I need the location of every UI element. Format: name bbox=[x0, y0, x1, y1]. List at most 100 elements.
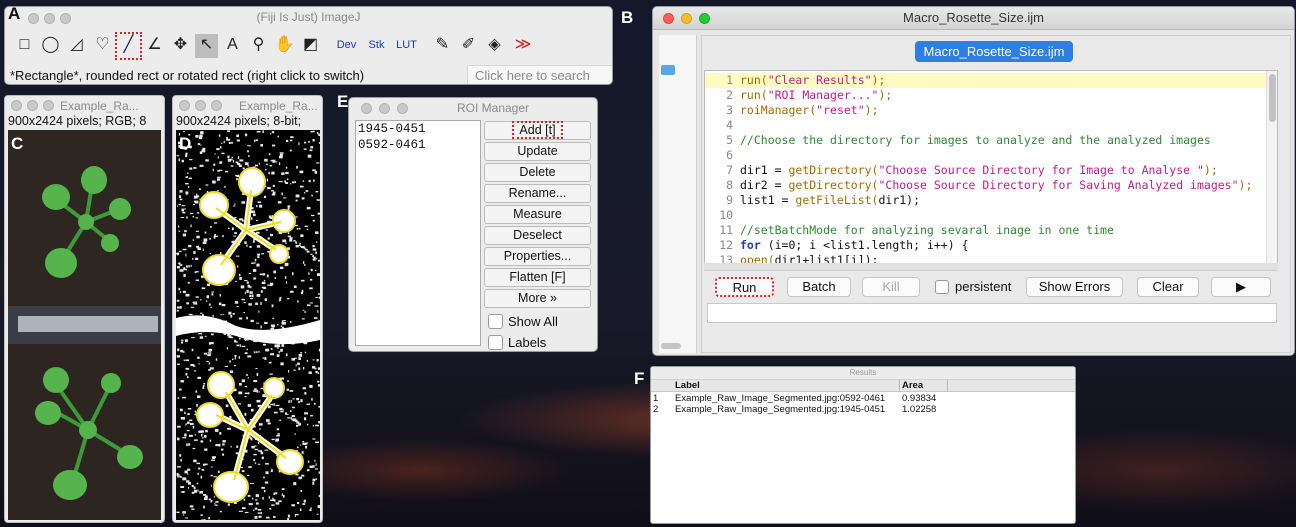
batch-button[interactable]: Batch bbox=[787, 277, 851, 297]
roi-manager-window: ROI Manager 1945-0451 0592-0461 Add [t] … bbox=[348, 97, 598, 352]
more-tools-icon[interactable]: ≫ bbox=[509, 34, 537, 58]
code-token: //setBatchMode for analyzing sevaral ina… bbox=[740, 223, 1114, 237]
rename-button[interactable]: Rename... bbox=[484, 184, 591, 203]
code-token: dir1); bbox=[878, 193, 921, 207]
line-tool-icon[interactable]: ╱ bbox=[115, 32, 142, 60]
brush-tool-icon[interactable]: ✐ bbox=[457, 34, 480, 58]
minimize-window-button[interactable] bbox=[195, 100, 206, 111]
line-number: 2 bbox=[726, 88, 740, 102]
delete-button[interactable]: Delete bbox=[484, 163, 591, 182]
line-number: 11 bbox=[719, 223, 740, 237]
roi-manager-title: ROI Manager bbox=[456, 101, 530, 115]
run-button[interactable]: Run bbox=[715, 277, 774, 297]
code-line: 5 //Choose the directory for images to a… bbox=[705, 133, 1265, 148]
header-divider bbox=[899, 380, 900, 392]
code-token: (i=0; i <list1.length; i++) { bbox=[760, 238, 969, 252]
line-number: 9 bbox=[726, 193, 740, 207]
code-token: "reset" bbox=[816, 103, 865, 117]
close-window-button[interactable] bbox=[361, 103, 372, 114]
kill-button[interactable]: Kill bbox=[862, 277, 920, 297]
imagej-toolbar-window: (Fiji Is Just) ImageJ □ ◯ ◿ ♡ ╱ ∠ ✥ ↖ A ⚲ ✋ ◩ Dev Stk… bbox=[4, 6, 613, 85]
show-all-label: Show All bbox=[508, 314, 558, 329]
stk-menu[interactable]: Stk bbox=[363, 34, 390, 58]
wand-tool-icon[interactable]: ↖ bbox=[195, 34, 218, 58]
deselect-button[interactable]: Deselect bbox=[484, 226, 591, 245]
code-line: 10 bbox=[705, 208, 1265, 223]
code-line: 4 bbox=[705, 118, 1265, 133]
lut-menu[interactable]: LUT bbox=[393, 34, 420, 58]
rosette-image-segmented[interactable] bbox=[176, 130, 320, 520]
zoom-window-button[interactable] bbox=[211, 100, 222, 111]
rectangle-tool-icon[interactable]: □ bbox=[13, 34, 36, 58]
scroll-tool-icon[interactable]: ✋ bbox=[273, 34, 296, 58]
update-button[interactable]: Update bbox=[484, 142, 591, 161]
table-cell-label: Example_Raw_Image_Segmented.jpg:1945-045… bbox=[675, 404, 886, 415]
table-cell-area: 1.02258 bbox=[902, 404, 937, 415]
point-tool-icon[interactable]: ✥ bbox=[169, 34, 192, 58]
results-title: Results bbox=[849, 368, 877, 377]
persistent-label: persistent bbox=[955, 279, 1012, 294]
close-window-button[interactable] bbox=[179, 100, 190, 111]
line-number: 8 bbox=[726, 178, 740, 192]
magnifier-tool-icon[interactable]: ⚲ bbox=[247, 34, 270, 58]
code-token: getDirectory( bbox=[788, 178, 879, 192]
roi-list-item[interactable]: 0592-0461 bbox=[356, 137, 480, 153]
scroll-handle[interactable] bbox=[661, 343, 681, 349]
macro-tab[interactable]: Macro_Rosette_Size.ijm bbox=[915, 41, 1073, 62]
code-line: 1 run("Clear Results"); bbox=[705, 73, 1265, 88]
properties-button[interactable]: Properties... bbox=[484, 247, 591, 266]
image-window-rgb: Example_Ra... 900x2424 pixels; RGB; 8 bbox=[4, 95, 165, 523]
results-window: Results Label Area 1 Example_Raw_Image_S… bbox=[650, 366, 1076, 524]
roi-list[interactable]: 1945-0451 0592-0461 bbox=[355, 120, 481, 346]
table-row[interactable]: 2 bbox=[653, 404, 658, 415]
folder-icon[interactable] bbox=[661, 65, 675, 75]
play-button[interactable]: ▶ bbox=[1211, 277, 1271, 297]
show-errors-button[interactable]: Show Errors bbox=[1026, 277, 1123, 297]
polygon-tool-icon[interactable]: ◿ bbox=[65, 34, 88, 58]
measure-button[interactable]: Measure bbox=[484, 205, 591, 224]
panel-label-c: C bbox=[11, 134, 24, 153]
roi-list-item[interactable]: 1945-0451 bbox=[356, 121, 480, 137]
sidebar-strip bbox=[659, 35, 697, 353]
add-roi-button[interactable]: Add [t] bbox=[484, 121, 591, 140]
image-window-title: Example_Ra... bbox=[60, 99, 139, 113]
more-button[interactable]: More » bbox=[484, 289, 591, 308]
close-window-button[interactable] bbox=[11, 100, 22, 111]
code-token: getFileList( bbox=[795, 193, 879, 207]
rosette-image-rgb[interactable] bbox=[8, 130, 161, 520]
macro-window-title: Macro_Rosette_Size.ijm bbox=[903, 10, 1044, 25]
dev-menu[interactable]: Dev bbox=[333, 34, 360, 58]
code-token: roiManager( bbox=[740, 103, 817, 117]
line-number: 1 bbox=[726, 73, 740, 87]
labels-checkbox[interactable] bbox=[488, 335, 503, 350]
image-info-text: 900x2424 pixels; 8-bit; bbox=[176, 114, 302, 128]
splitter-bar[interactable] bbox=[704, 263, 1278, 271]
code-token: run( bbox=[740, 73, 768, 87]
search-input[interactable]: Click here to search bbox=[467, 65, 612, 84]
pencil-tool-icon[interactable]: ✎ bbox=[431, 34, 454, 58]
editor-scrollbar[interactable] bbox=[1266, 71, 1277, 264]
show-all-checkbox[interactable] bbox=[488, 314, 503, 329]
code-editor[interactable]: 1 run("Clear Results"); 2 run("ROI Manage… bbox=[704, 70, 1278, 265]
oval-tool-icon[interactable]: ◯ bbox=[39, 34, 62, 58]
results-header-row bbox=[651, 380, 1075, 392]
output-area[interactable] bbox=[707, 303, 1277, 323]
color-picker-tool-icon[interactable]: ◩ bbox=[299, 34, 322, 58]
freehand-tool-icon[interactable]: ♡ bbox=[91, 34, 114, 58]
clear-button[interactable]: Clear bbox=[1137, 277, 1199, 297]
code-token: ); bbox=[871, 73, 886, 87]
image-window-title: Example_Ra... bbox=[239, 99, 318, 113]
minimize-window-button[interactable] bbox=[27, 100, 38, 111]
panel-label-d: D bbox=[179, 134, 192, 153]
zoom-window-button[interactable] bbox=[43, 100, 54, 111]
flood-fill-tool-icon[interactable]: ◈ bbox=[483, 34, 506, 58]
flatten-button[interactable]: Flatten [F] bbox=[484, 268, 591, 287]
angle-tool-icon[interactable]: ∠ bbox=[143, 34, 166, 58]
code-token: dir1 = bbox=[740, 163, 789, 177]
persistent-checkbox[interactable] bbox=[935, 280, 949, 294]
code-token: "Choose Source Directory for Saving Anal… bbox=[878, 178, 1239, 192]
text-tool-icon[interactable]: A bbox=[221, 34, 244, 58]
code-token: //Choose the directory for images to ana… bbox=[740, 133, 1211, 147]
code-token: for bbox=[740, 238, 761, 252]
table-row[interactable]: 1 bbox=[653, 393, 658, 404]
